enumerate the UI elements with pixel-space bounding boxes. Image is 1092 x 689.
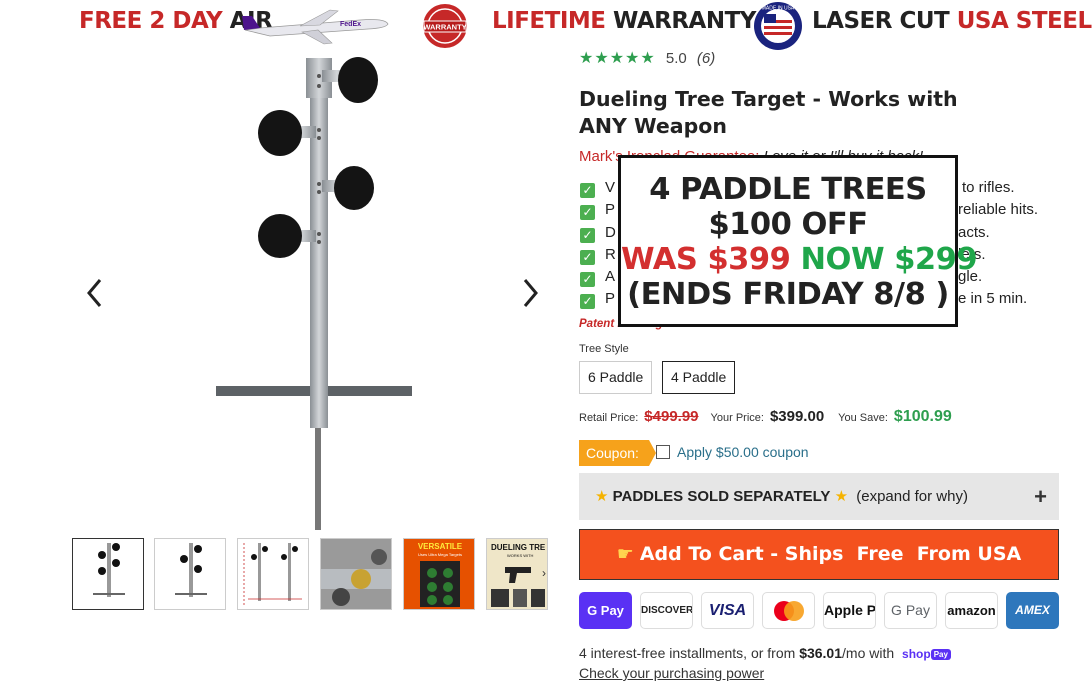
star-icon: ★ <box>834 488 849 505</box>
mastercard-icon <box>762 592 815 629</box>
rating-value: 5.0 <box>665 50 687 67</box>
bullet-end: acts. <box>958 223 990 241</box>
thumbnail-strip: VERSATILE Uses Ultra Mega Targets DUELIN… <box>72 538 552 612</box>
gallery-next-button[interactable] <box>518 276 542 310</box>
add-to-cart-button[interactable]: ☛ Add To Cart - Ships Free From USA <box>579 529 1059 580</box>
chevron-right-icon <box>523 279 538 307</box>
promo-line2: $100 OFF <box>708 207 868 242</box>
paddle-lower-left <box>258 214 316 258</box>
check-purchasing-power-link[interactable]: Check your purchasing power <box>579 665 764 681</box>
fedex-plane-icon: FedEx <box>242 9 389 45</box>
thumb-dueling-sub: WORKS WITH <box>507 553 534 558</box>
lifetime-warranty-text: LIFETIME WARRANTY <box>492 8 756 34</box>
checkmark-icon: ✓ <box>580 294 595 310</box>
thumb-4-paddle[interactable] <box>72 538 144 610</box>
laser-red-words: USA STEEL <box>956 8 1092 34</box>
warranty-red-word: LIFETIME <box>492 8 606 34</box>
star-icon: ★ <box>595 488 609 505</box>
rating[interactable]: ★★★★★ 5.0 (6) <box>579 48 715 68</box>
thumb-dimensions[interactable] <box>237 538 309 610</box>
option-6-paddle[interactable]: 6 Paddle <box>579 361 653 394</box>
thumb-versatile-title: VERSATILE <box>418 542 463 551</box>
amex-icon: AMEX <box>1006 592 1059 629</box>
thumbs-scroll-icon[interactable]: › <box>542 566 546 580</box>
expand-plus-icon[interactable]: + <box>1034 473 1047 520</box>
paddles-note: (expand for why) <box>856 488 968 505</box>
paddles-bold-text: PADDLES SOLD SEPARATELY <box>612 488 831 505</box>
discover-icon: DISCOVER <box>640 592 693 629</box>
checkmark-icon: ✓ <box>580 227 595 243</box>
paddle-lower-right <box>322 166 374 210</box>
gallery-prev-button[interactable] <box>83 276 107 310</box>
bullet-end: e in 5 min. <box>958 290 1028 308</box>
google-pay-icon: G Pay <box>884 592 937 629</box>
warranty-seal-icon: WARRANTY <box>423 4 467 48</box>
fedex-logo-text: FedEx <box>340 21 361 28</box>
retail-label: Retail Price: <box>579 412 639 424</box>
payment-methods: G Pay DISCOVER VISA Apple Pay G Pay amaz… <box>579 592 1059 630</box>
chevron-left-icon <box>87 279 102 307</box>
checkmark-icon: ✓ <box>580 205 595 221</box>
checkmark-icon: ✓ <box>580 272 595 288</box>
checkmark-icon: ✓ <box>580 183 595 198</box>
installments-text: 4 interest-free installments, or from $3… <box>579 645 951 661</box>
promo-overlay: 4 PADDLE TREES $100 OFF WAS $399 NOW $29… <box>618 155 978 327</box>
free-shipping-prefix: FREE 2 DAY <box>79 8 223 34</box>
amazon-pay-icon: amazon <box>945 592 998 629</box>
thumb-versatile-sub: Uses Ultra Mega Targets <box>418 552 462 557</box>
apple-pay-icon: Apple Pay <box>823 592 876 629</box>
coupon-text[interactable]: Apply $50.00 coupon <box>677 444 809 460</box>
your-price-label: Your Price: <box>710 412 764 424</box>
bullet-end: reliable hits. <box>958 201 1039 219</box>
promo-was: WAS $399 <box>621 242 791 277</box>
paddle-upper-left <box>258 110 316 156</box>
warranty-dark-word: WARRANTY <box>613 8 756 34</box>
product-main-image[interactable] <box>210 52 420 532</box>
thumb-dueling-title: DUELING TRE <box>491 543 546 552</box>
thumb-closeup[interactable] <box>320 538 392 610</box>
coupon-tag: Coupon: <box>579 440 656 466</box>
your-price: $399.00 <box>769 408 825 425</box>
installment-amount: $36.01 <box>799 645 843 661</box>
save-amount: $100.99 <box>893 408 952 425</box>
paddles-sold-separately-accordion[interactable]: ★ PADDLES SOLD SEPARATELY ★ (expand for … <box>579 473 1059 520</box>
thumb-2-paddle[interactable] <box>154 538 226 610</box>
rating-stars-icon: ★★★★★ <box>579 50 656 67</box>
laser-cut-text: LASER CUT USA STEEL <box>812 8 1092 34</box>
price-row: Retail Price: $499.99 Your Price: $399.00 Yo… <box>579 408 952 426</box>
checkmark-icon: ✓ <box>580 249 595 265</box>
coupon-checkbox[interactable] <box>656 445 670 459</box>
retail-price: $499.99 <box>644 408 699 425</box>
tree-style-label: Tree Style <box>579 343 629 355</box>
option-4-paddle[interactable]: 4 Paddle <box>662 361 736 394</box>
add-to-cart-label: Add To Cart - Ships Free From USA <box>639 543 1022 565</box>
save-label: You Save: <box>838 412 888 424</box>
promo-line4: (ENDS FRIDAY 8/8 ) <box>627 277 949 312</box>
warranty-seal-text: WARRANTY <box>423 23 466 32</box>
gpay-icon: G Pay <box>579 592 632 629</box>
laser-dark-words: LASER CUT <box>812 8 950 34</box>
bullet-end: to rifles. <box>962 179 1015 196</box>
top-banner: FREE 2 DAY AIR FedEx WARRANTY LIFETIME W… <box>0 0 1092 50</box>
rating-count: (6) <box>696 50 716 67</box>
promo-line1: 4 PADDLE TREES <box>649 172 927 207</box>
thumb-versatile[interactable]: VERSATILE Uses Ultra Mega Targets <box>403 538 475 610</box>
product-title: Dueling Tree Target - Works with ANY Wea… <box>579 87 958 138</box>
shop-pay-logo: shop Pay <box>902 647 951 661</box>
promo-price-line: WAS $399 NOW $299 <box>621 242 978 277</box>
usa-seal-text: MADE IN USA <box>762 6 795 12</box>
promo-now: NOW $299 <box>800 242 978 277</box>
thumb-dueling[interactable]: DUELING TRE WORKS WITH <box>486 538 548 610</box>
made-in-usa-seal-icon: MADE IN USA <box>754 2 802 50</box>
pointing-hand-icon: ☛ <box>616 543 634 565</box>
visa-icon: VISA <box>701 592 754 629</box>
